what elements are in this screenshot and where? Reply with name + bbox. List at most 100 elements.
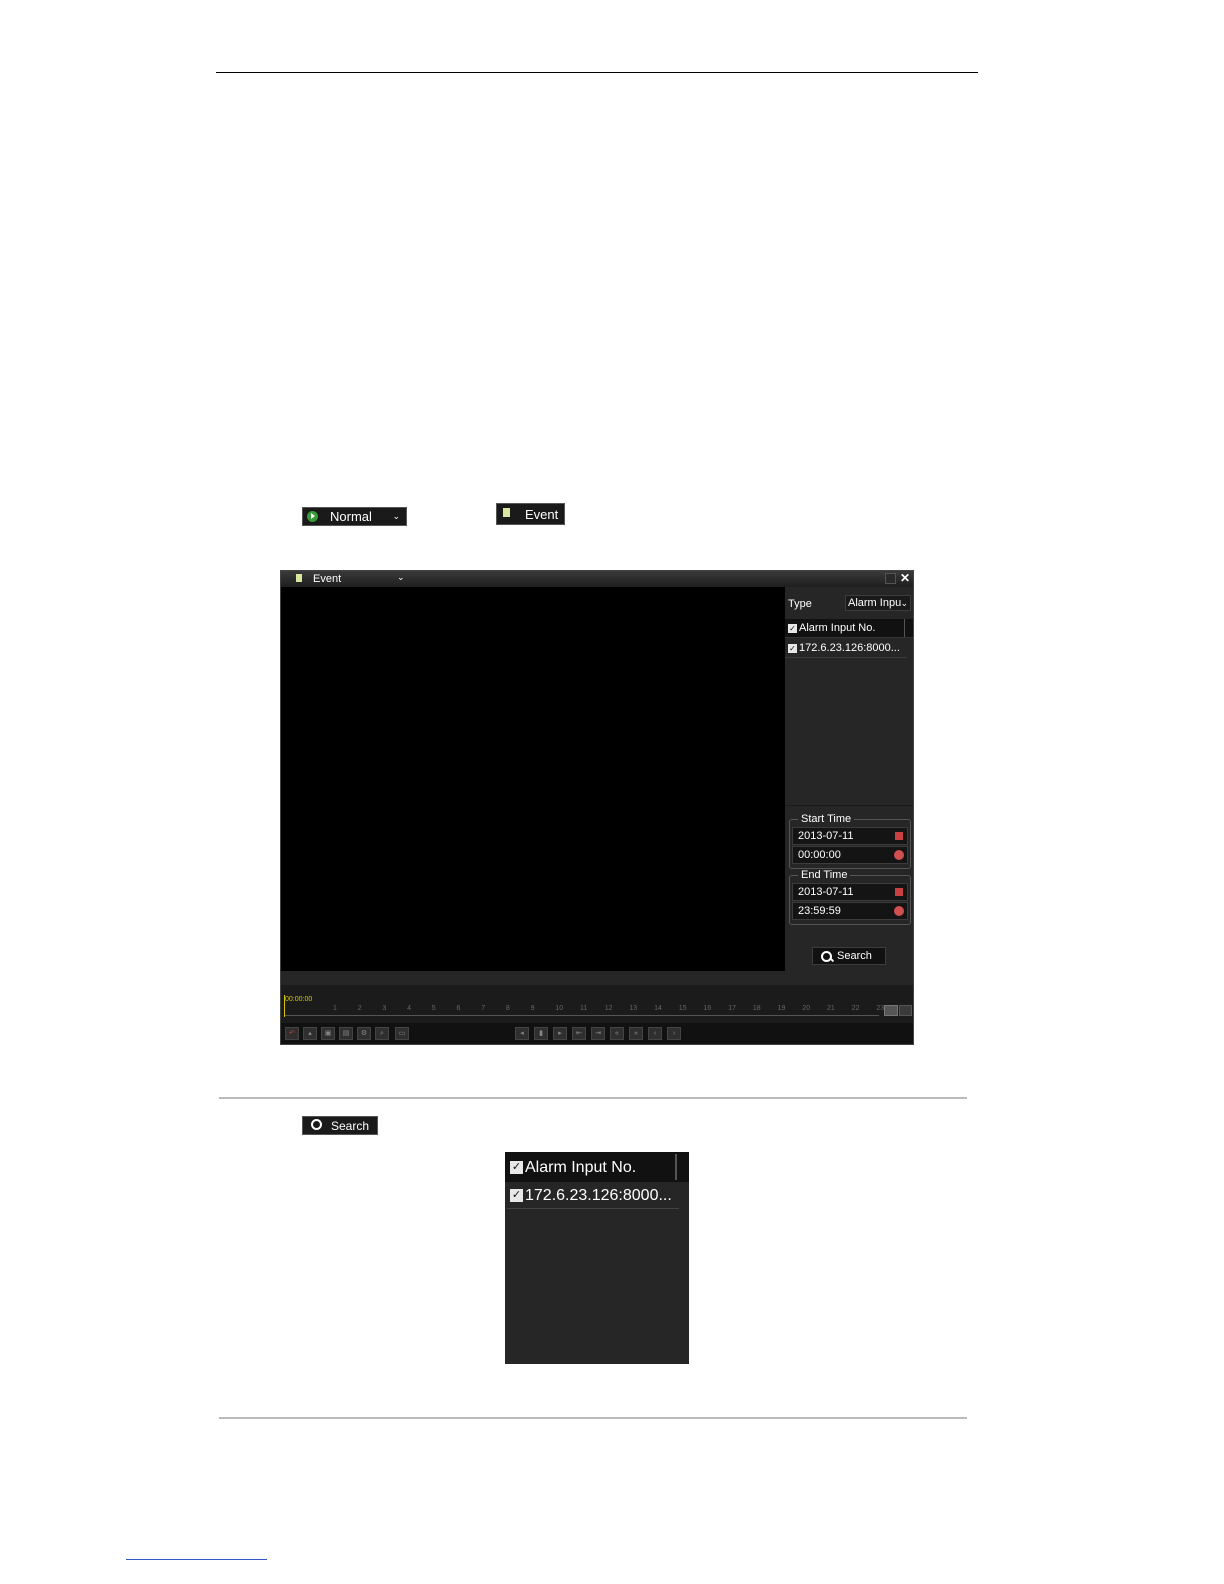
window-title: Event [313, 573, 342, 585]
event-button[interactable]: Event [496, 503, 565, 525]
item-checkbox[interactable]: ✓ [510, 1189, 523, 1202]
hour-tick-label: 10 [555, 1005, 564, 1012]
hour-tick-label: 6 [456, 1005, 461, 1012]
snapshot-icon[interactable]: ▭ [395, 1027, 409, 1040]
zoom-in-icon[interactable] [884, 1005, 898, 1016]
clip-icon[interactable]: ▣ [321, 1027, 335, 1040]
alarm-input-list: ✓ Alarm Input No. ✓ 172.6.23.126:8000... [505, 1152, 689, 1364]
lock-icon[interactable]: ▴ [303, 1027, 317, 1040]
fullscreen-icon[interactable] [885, 573, 896, 584]
zoom-out-icon[interactable] [899, 1005, 912, 1016]
end-time-value: 23:59:59 [798, 905, 841, 917]
item-checkbox[interactable]: ✓ [788, 643, 797, 653]
play-icon[interactable]: ▸ [553, 1027, 567, 1040]
event-label: Event [525, 506, 559, 522]
bottom-rule [219, 1417, 967, 1419]
start-date-value: 2013-07-11 [798, 830, 854, 842]
start-time-value: 00:00:00 [798, 849, 841, 861]
hour-tick-label: 3 [382, 1005, 387, 1012]
close-icon[interactable]: ✕ [900, 571, 910, 585]
end-date-field[interactable]: 2013-07-11 [792, 883, 908, 901]
hour-tick-label: 20 [802, 1005, 811, 1012]
next-icon[interactable]: › [667, 1027, 681, 1040]
list-item[interactable]: ✓ 172.6.23.126:8000... [507, 1182, 679, 1209]
hour-tick-label: 12 [604, 1005, 613, 1012]
list-header: ✓ Alarm Input No. [505, 1152, 689, 1182]
document-icon [296, 574, 302, 582]
select-all-checkbox[interactable]: ✓ [788, 623, 797, 633]
panel-search-label: Search [837, 950, 872, 962]
select-all-checkbox[interactable]: ✓ [510, 1161, 523, 1174]
footer-link-underline[interactable] [126, 1559, 267, 1560]
column-divider [675, 1154, 677, 1180]
chevron-down-icon[interactable]: ⌄ [397, 572, 405, 583]
end-time-label: End Time [798, 869, 851, 881]
list-item-label: 172.6.23.126:8000... [525, 1187, 672, 1204]
digital-zoom-icon[interactable]: ⌕ [375, 1027, 389, 1040]
search-icon [311, 1119, 322, 1130]
current-time-label: 00:00:00 [285, 996, 313, 1003]
clock-icon[interactable] [894, 850, 904, 860]
skip-forward-icon[interactable]: ⇥ [591, 1027, 605, 1040]
hour-tick-label: 17 [728, 1005, 736, 1012]
slow-icon[interactable]: « [610, 1027, 624, 1040]
play-icon [307, 511, 318, 522]
start-date-field[interactable]: 2013-07-11 [792, 827, 908, 845]
normal-dropdown-button[interactable]: Normal ⌄ [302, 507, 407, 526]
chevron-down-icon: ⌄ [900, 598, 908, 608]
search-button[interactable]: Search [302, 1116, 378, 1135]
hour-tick-label: 13 [629, 1005, 638, 1012]
end-date-value: 2013-07-11 [798, 886, 854, 898]
video-area[interactable] [281, 587, 785, 971]
section-rule [219, 1097, 967, 1099]
start-time-label: Start Time [798, 813, 855, 825]
hour-tick-label: 1 [333, 1005, 337, 1012]
hour-tick-label: 14 [654, 1005, 662, 1012]
timeline-top-strip [281, 971, 913, 985]
timeline-scale [285, 1015, 879, 1016]
skip-back-icon[interactable]: ⇤ [572, 1027, 586, 1040]
undo-icon[interactable]: ↶ [285, 1027, 299, 1040]
search-icon-handle [829, 957, 835, 963]
panel-search-button[interactable]: Search [812, 947, 886, 965]
hour-tick-label: 5 [431, 1005, 436, 1012]
hour-tick-label: 4 [407, 1005, 411, 1012]
hour-tick-label: 8 [505, 1005, 510, 1012]
reverse-play-icon[interactable]: ◂ [515, 1027, 529, 1040]
type-select-value: Alarm Inpu [848, 597, 902, 609]
calendar-icon[interactable] [895, 888, 903, 896]
start-time-group: Start Time 2013-07-11 00:00:00 [789, 813, 911, 869]
list-item-label: 172.6.23.126:8000... [799, 642, 900, 654]
hour-tick-label: 15 [678, 1005, 687, 1012]
hour-tick-label: 9 [530, 1005, 535, 1012]
list-item[interactable]: ✓ 172.6.23.126:8000... [785, 639, 907, 658]
hour-tick-label: 2 [357, 1005, 362, 1012]
list-header-label: Alarm Input No. [799, 622, 876, 634]
start-time-field[interactable]: 00:00:00 [792, 846, 908, 864]
settings-icon[interactable]: ⚙ [357, 1027, 371, 1040]
pause-icon[interactable]: ▮ [534, 1027, 548, 1040]
previous-icon[interactable]: ‹ [648, 1027, 662, 1040]
calendar-icon[interactable] [895, 832, 903, 840]
header-rule [216, 72, 978, 73]
end-time-field[interactable]: 23:59:59 [792, 902, 908, 920]
playback-toolbar: ↶ ▴ ▣ ▤ ⚙ ⌕ ▭ ◂ ▮ ▸ ⇤ ⇥ « » ‹ › [281, 1023, 913, 1044]
hour-tick-label: 16 [703, 1005, 712, 1012]
hour-tick-label: 7 [481, 1005, 486, 1012]
fast-icon[interactable]: » [629, 1027, 643, 1040]
document-icon [503, 508, 510, 517]
type-select[interactable]: Alarm Inpu ⌄ [845, 595, 911, 611]
playhead[interactable] [284, 995, 285, 1017]
clock-icon[interactable] [894, 906, 904, 916]
hour-tick-label: 21 [827, 1005, 835, 1012]
end-time-group: End Time 2013-07-11 23:59:59 [789, 869, 911, 925]
list-header: ✓ Alarm Input No. [785, 619, 913, 638]
hour-tick-label: 11 [580, 1005, 588, 1012]
copy-icon[interactable]: ▤ [339, 1027, 353, 1040]
panel-divider [785, 805, 913, 806]
list-header-label: Alarm Input No. [525, 1159, 637, 1176]
hour-tick-label: 22 [851, 1005, 860, 1012]
search-panel: Type Alarm Inpu ⌄ ✓ Alarm Input No. ✓ 172.… [785, 587, 913, 971]
timeline[interactable]: 00:00:00 1 2 3 4 5 6 7 8 9 10 11 12 13 14 15 16 17 18 19 20… [281, 971, 913, 1044]
chevron-down-icon: ⌄ [392, 511, 400, 521]
